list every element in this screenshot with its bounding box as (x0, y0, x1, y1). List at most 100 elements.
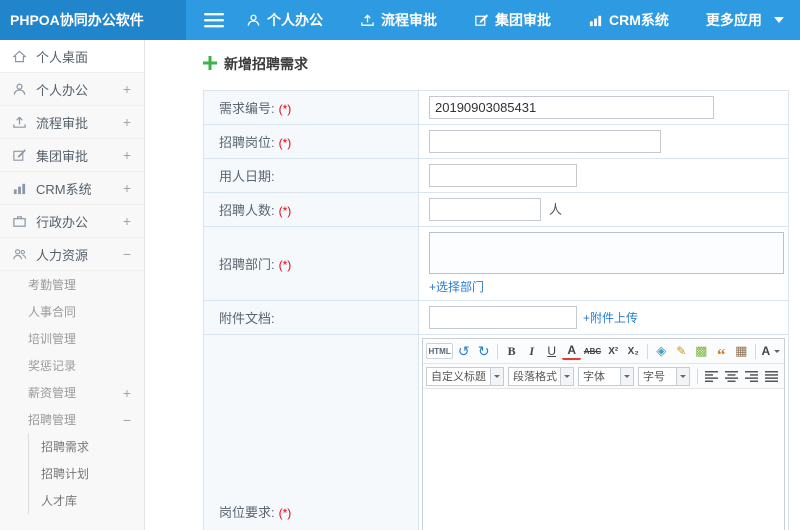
sidebar-item-label: 流程审批 (36, 115, 89, 131)
subscript-button[interactable]: X₂ (624, 342, 643, 361)
required-mark: (*) (278, 505, 292, 520)
eraser-button[interactable]: ◈ (652, 342, 671, 361)
sidebar-item-workflow-approval[interactable]: 流程审批 + (0, 106, 144, 139)
superscript-button[interactable]: X² (604, 342, 623, 361)
sidebar-item-label: 人力资源 (36, 247, 89, 263)
field-label-cell: 招聘岗位: (*) (203, 124, 419, 159)
underline-button[interactable]: U (542, 342, 561, 361)
toolbar-separator (697, 368, 698, 384)
align-center-button[interactable] (722, 367, 741, 386)
form-row-hire-date: 用人日期: (203, 158, 789, 193)
select-label: 字体 (583, 371, 605, 383)
expand-toggle[interactable]: + (123, 81, 131, 97)
collapse-toggle[interactable]: − (123, 412, 131, 428)
select-department-link[interactable]: +选择部门 (429, 278, 484, 295)
people-icon (12, 247, 36, 262)
sidebar-item-label: CRM系统 (36, 181, 92, 197)
sidebar-subitem-recruitment[interactable]: 招聘管理 − (0, 406, 144, 433)
editor-content-area[interactable] (423, 389, 784, 530)
undo-button[interactable]: ↺ (454, 342, 473, 361)
font-family-select[interactable]: 字体 (578, 366, 634, 386)
editor-toolbar-row1: HTML ↺ ↻ B I U A ABC X² X₂ ◈ ✎ ▩ “ ▦ A (423, 339, 784, 364)
format-painter-button[interactable]: ✎ (672, 342, 691, 361)
sidebar-subitem-label: 人事合同 (28, 305, 77, 319)
main-content: 新增招聘需求 需求编号:(*) 招聘岗位:(*) (145, 40, 800, 530)
chevron-down-icon[interactable] (676, 367, 689, 385)
blockquote-button[interactable]: “ (712, 342, 731, 363)
background-color-button[interactable]: ▩ (692, 342, 711, 361)
sidebar-subitem-talent-pool[interactable]: 人才库 (29, 487, 144, 514)
sidebar-subitem-recruit-plan[interactable]: 招聘计划 (29, 460, 144, 487)
sidebar-subitem-training[interactable]: 培训管理 (0, 325, 144, 352)
hire-date-input[interactable] (429, 164, 577, 187)
align-right-button[interactable] (742, 367, 761, 386)
form-row-job-requirements: 岗位要求: (*) HTML ↺ ↻ B I U A ABC X² X₂ ◈ ✎… (203, 334, 789, 530)
headcount-input[interactable] (429, 198, 541, 221)
form-row-department: 招聘部门: (*) +选择部门 (203, 226, 789, 301)
top-navigation: 个人办公 流程审批 集团审批 CRM系统 更多应用 (242, 0, 784, 40)
topnav-label: CRM系统 (609, 12, 669, 28)
add-plus-icon (203, 55, 217, 73)
menu-toggle-icon[interactable] (186, 0, 242, 40)
sidebar-item-label: 个人办公 (36, 82, 89, 98)
italic-button[interactable]: I (522, 342, 541, 361)
html-source-button[interactable]: HTML (426, 343, 454, 359)
field-value-cell (418, 158, 789, 193)
expand-toggle[interactable]: + (123, 180, 131, 196)
toolbar-separator (646, 343, 648, 359)
sidebar-item-personal-office[interactable]: 个人办公 + (0, 73, 144, 106)
font-color-button[interactable]: A (562, 343, 582, 360)
department-textarea[interactable] (429, 232, 784, 274)
field-label: 岗位要求: (219, 504, 275, 520)
insert-table-button[interactable]: ▦ (732, 342, 751, 361)
rich-text-editor: HTML ↺ ↻ B I U A ABC X² X₂ ◈ ✎ ▩ “ ▦ A 自… (422, 338, 785, 530)
expand-toggle[interactable]: + (123, 213, 131, 229)
field-label-cell: 用人日期: (203, 158, 419, 193)
attachment-input[interactable] (429, 306, 577, 329)
chevron-down-icon[interactable] (620, 367, 633, 385)
field-label: 招聘岗位: (219, 135, 275, 150)
topnav-crm[interactable]: CRM系统 (588, 10, 669, 30)
sidebar-item-group-approval[interactable]: 集团审批 + (0, 139, 144, 172)
submit-arrow-icon (360, 13, 375, 28)
position-input[interactable] (429, 130, 661, 153)
font-size-select[interactable]: 字号 (638, 366, 690, 386)
sidebar-item-crm[interactable]: CRM系统 + (0, 172, 144, 205)
strikethrough-button[interactable]: ABC (582, 342, 603, 361)
font-menu-button[interactable]: A (760, 342, 781, 361)
attachment-upload-link[interactable]: +附件上传 (583, 309, 638, 326)
bold-button[interactable]: B (502, 342, 521, 361)
topnav-workflow-approval[interactable]: 流程审批 (360, 10, 437, 30)
demand-code-input[interactable] (429, 96, 714, 119)
sidebar-subitem-recruit-demand[interactable]: 招聘需求 (29, 433, 144, 460)
expand-toggle[interactable]: + (123, 114, 131, 130)
sidebar-subitem-salary[interactable]: 薪资管理 + (0, 379, 144, 406)
topnav-more-apps[interactable]: 更多应用 (706, 10, 784, 30)
custom-title-select[interactable]: 自定义标题 (426, 366, 504, 386)
align-left-button[interactable] (702, 367, 721, 386)
topnav-personal-office[interactable]: 个人办公 (246, 10, 323, 30)
edit-icon (12, 148, 36, 163)
sidebar-item-hr[interactable]: 人力资源 − (0, 238, 144, 271)
sidebar-subitem-label: 考勤管理 (28, 278, 77, 292)
toolbar-separator (754, 343, 756, 359)
home-icon (12, 49, 36, 64)
sidebar-subitem-personnel-contract[interactable]: 人事合同 (0, 298, 144, 325)
edit-icon (474, 13, 489, 28)
required-mark: (*) (278, 136, 292, 150)
align-justify-button[interactable] (762, 367, 781, 386)
form-row-attachment: 附件文档: +附件上传 (203, 300, 789, 335)
chevron-down-icon[interactable] (490, 367, 503, 385)
sidebar-item-personal-desktop[interactable]: 个人桌面 (0, 40, 144, 73)
chevron-down-icon[interactable] (560, 367, 573, 385)
expand-toggle[interactable]: + (123, 385, 131, 401)
sidebar-subitem-rewards[interactable]: 奖惩记录 (0, 352, 144, 379)
redo-button[interactable]: ↻ (474, 342, 493, 361)
expand-toggle[interactable]: + (123, 147, 131, 163)
collapse-toggle[interactable]: − (123, 246, 131, 262)
sidebar-item-admin-office[interactable]: 行政办公 + (0, 205, 144, 238)
paragraph-format-select[interactable]: 段落格式 (508, 366, 574, 386)
sidebar-subitem-attendance[interactable]: 考勤管理 (0, 271, 144, 298)
topnav-group-approval[interactable]: 集团审批 (474, 10, 551, 30)
form-row-headcount: 招聘人数: (*) 人 (203, 192, 789, 227)
